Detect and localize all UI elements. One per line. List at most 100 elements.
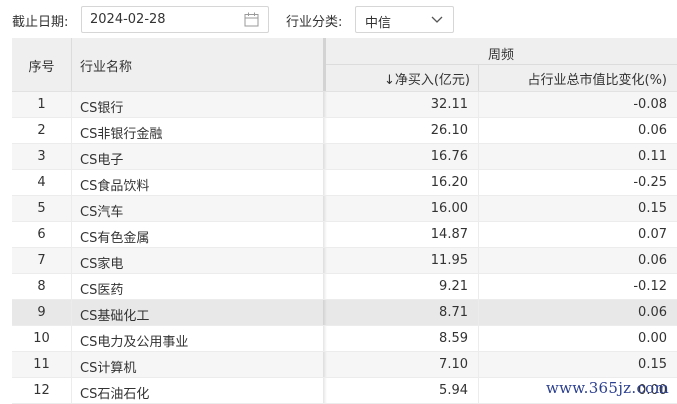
column-divider xyxy=(478,300,479,325)
date-value: 2024-02-28 xyxy=(90,12,166,27)
row-ratio-change: -0.25 xyxy=(633,175,667,190)
row-industry-name: CS汽车 xyxy=(80,205,124,220)
industry-value: 中信 xyxy=(365,16,392,31)
table-row[interactable]: 11 CS计算机 7.10 0.15 xyxy=(12,352,677,378)
frozen-column-shadow xyxy=(323,300,327,325)
industry-select[interactable]: 中信 xyxy=(355,6,454,33)
column-divider xyxy=(71,118,72,143)
table-row[interactable]: 5 CS汽车 16.00 0.15 xyxy=(12,196,677,222)
row-net-buy: 32.11 xyxy=(430,97,468,112)
row-net-buy: 14.87 xyxy=(430,227,468,242)
row-net-buy: 11.95 xyxy=(430,253,468,268)
date-label: 截止日期: xyxy=(12,15,69,30)
header-weekly-group: 周频 xyxy=(487,48,514,63)
row-industry-name: CS有色金属 xyxy=(80,231,150,246)
frozen-column-shadow xyxy=(323,170,327,195)
row-net-buy: 16.76 xyxy=(430,149,468,164)
row-index: 7 xyxy=(37,253,46,268)
row-index: 4 xyxy=(37,175,46,190)
table-body: 1 CS银行 32.11 -0.08 2 CS非银行金融 26.10 0.06 3 CS电子 16.… xyxy=(12,92,677,404)
table-row[interactable]: 3 CS电子 16.76 0.11 xyxy=(12,144,677,170)
row-net-buy: 8.59 xyxy=(439,331,468,346)
row-net-buy: 16.00 xyxy=(430,201,468,216)
header-divider xyxy=(478,65,479,91)
frozen-column-shadow xyxy=(323,196,327,221)
row-index: 12 xyxy=(33,383,50,398)
row-ratio-change: 0.15 xyxy=(638,201,667,216)
column-divider xyxy=(478,274,479,299)
row-ratio-change: -0.08 xyxy=(633,97,667,112)
column-divider xyxy=(71,170,72,195)
row-industry-name: CS计算机 xyxy=(80,361,137,376)
column-divider xyxy=(71,352,72,377)
column-divider xyxy=(71,196,72,221)
date-picker-input[interactable]: 2024-02-28 xyxy=(81,6,269,33)
frozen-column-shadow xyxy=(323,378,327,403)
table-row[interactable]: 4 CS食品饮料 16.20 -0.25 xyxy=(12,170,677,196)
row-ratio-change: 0.06 xyxy=(638,253,667,268)
header-net-buy-sort[interactable]: ↓净买入(亿元) xyxy=(325,69,478,88)
watermark: www.365jz.com xyxy=(545,379,669,397)
row-net-buy: 8.71 xyxy=(439,305,468,320)
row-industry-name: CS非银行金融 xyxy=(80,127,163,142)
row-ratio-change: 0.07 xyxy=(638,227,667,242)
column-divider xyxy=(478,170,479,195)
column-divider xyxy=(478,196,479,221)
row-industry-name: CS食品饮料 xyxy=(80,179,150,194)
row-ratio-change: 0.11 xyxy=(638,149,667,164)
row-industry-name: CS电子 xyxy=(80,153,124,168)
calendar-icon[interactable] xyxy=(244,12,259,27)
column-divider xyxy=(71,92,72,117)
row-industry-name: CS医药 xyxy=(80,283,124,298)
row-industry-name: CS基础化工 xyxy=(80,309,150,324)
frozen-column-shadow xyxy=(323,92,327,117)
frozen-column-shadow xyxy=(323,144,327,169)
row-industry-name: CS石油石化 xyxy=(80,387,150,402)
frozen-column-shadow xyxy=(323,352,327,377)
row-industry-name: CS家电 xyxy=(80,257,124,272)
frozen-column-shadow xyxy=(323,248,327,273)
table-row[interactable]: 2 CS非银行金融 26.10 0.06 xyxy=(12,118,677,144)
column-divider xyxy=(478,144,479,169)
industry-label: 行业分类: xyxy=(286,15,343,30)
table-row[interactable]: 6 CS有色金属 14.87 0.07 xyxy=(12,222,677,248)
column-divider xyxy=(71,144,72,169)
frozen-column-shadow xyxy=(323,274,327,299)
row-ratio-change: 0.15 xyxy=(638,357,667,372)
table-row[interactable]: 10 CS电力及公用事业 8.59 0.00 xyxy=(12,326,677,352)
table-row[interactable]: 7 CS家电 11.95 0.06 xyxy=(12,248,677,274)
column-divider xyxy=(71,248,72,273)
row-industry-name: CS电力及公用事业 xyxy=(80,335,189,350)
row-ratio-change: 0.06 xyxy=(638,305,667,320)
industry-flow-table: 序号 行业名称 周频 ↓净买入(亿元) 占行业总市值比变化(%) 1 CS银行 32… xyxy=(12,38,677,404)
row-index: 9 xyxy=(37,305,46,320)
table-row[interactable]: 1 CS银行 32.11 -0.08 xyxy=(12,92,677,118)
header-group-divider xyxy=(326,64,677,65)
row-net-buy: 26.10 xyxy=(430,123,468,138)
row-net-buy: 5.94 xyxy=(439,383,468,398)
table-row[interactable]: 9 CS基础化工 8.71 0.06 xyxy=(12,300,677,326)
column-divider xyxy=(478,222,479,247)
frozen-column-shadow xyxy=(323,118,327,143)
row-index: 6 xyxy=(37,227,46,242)
table-row[interactable]: 8 CS医药 9.21 -0.12 xyxy=(12,274,677,300)
column-divider xyxy=(478,248,479,273)
column-divider xyxy=(478,118,479,143)
column-divider xyxy=(478,92,479,117)
frozen-column-shadow xyxy=(323,326,327,351)
column-divider xyxy=(71,378,72,403)
row-index: 3 xyxy=(37,149,46,164)
header-ratio-change[interactable]: 占行业总市值比变化(%) xyxy=(478,69,677,88)
header-divider xyxy=(71,38,72,91)
row-index: 5 xyxy=(37,201,46,216)
column-divider xyxy=(71,326,72,351)
table-header: 序号 行业名称 周频 ↓净买入(亿元) 占行业总市值比变化(%) xyxy=(12,38,677,92)
row-index: 11 xyxy=(33,357,50,372)
column-divider xyxy=(478,326,479,351)
header-industry-name: 行业名称 xyxy=(80,60,133,75)
column-divider xyxy=(478,352,479,377)
header-index: 序号 xyxy=(28,60,55,75)
row-industry-name: CS银行 xyxy=(80,101,124,116)
column-divider xyxy=(71,300,72,325)
frozen-column-shadow xyxy=(323,222,327,247)
